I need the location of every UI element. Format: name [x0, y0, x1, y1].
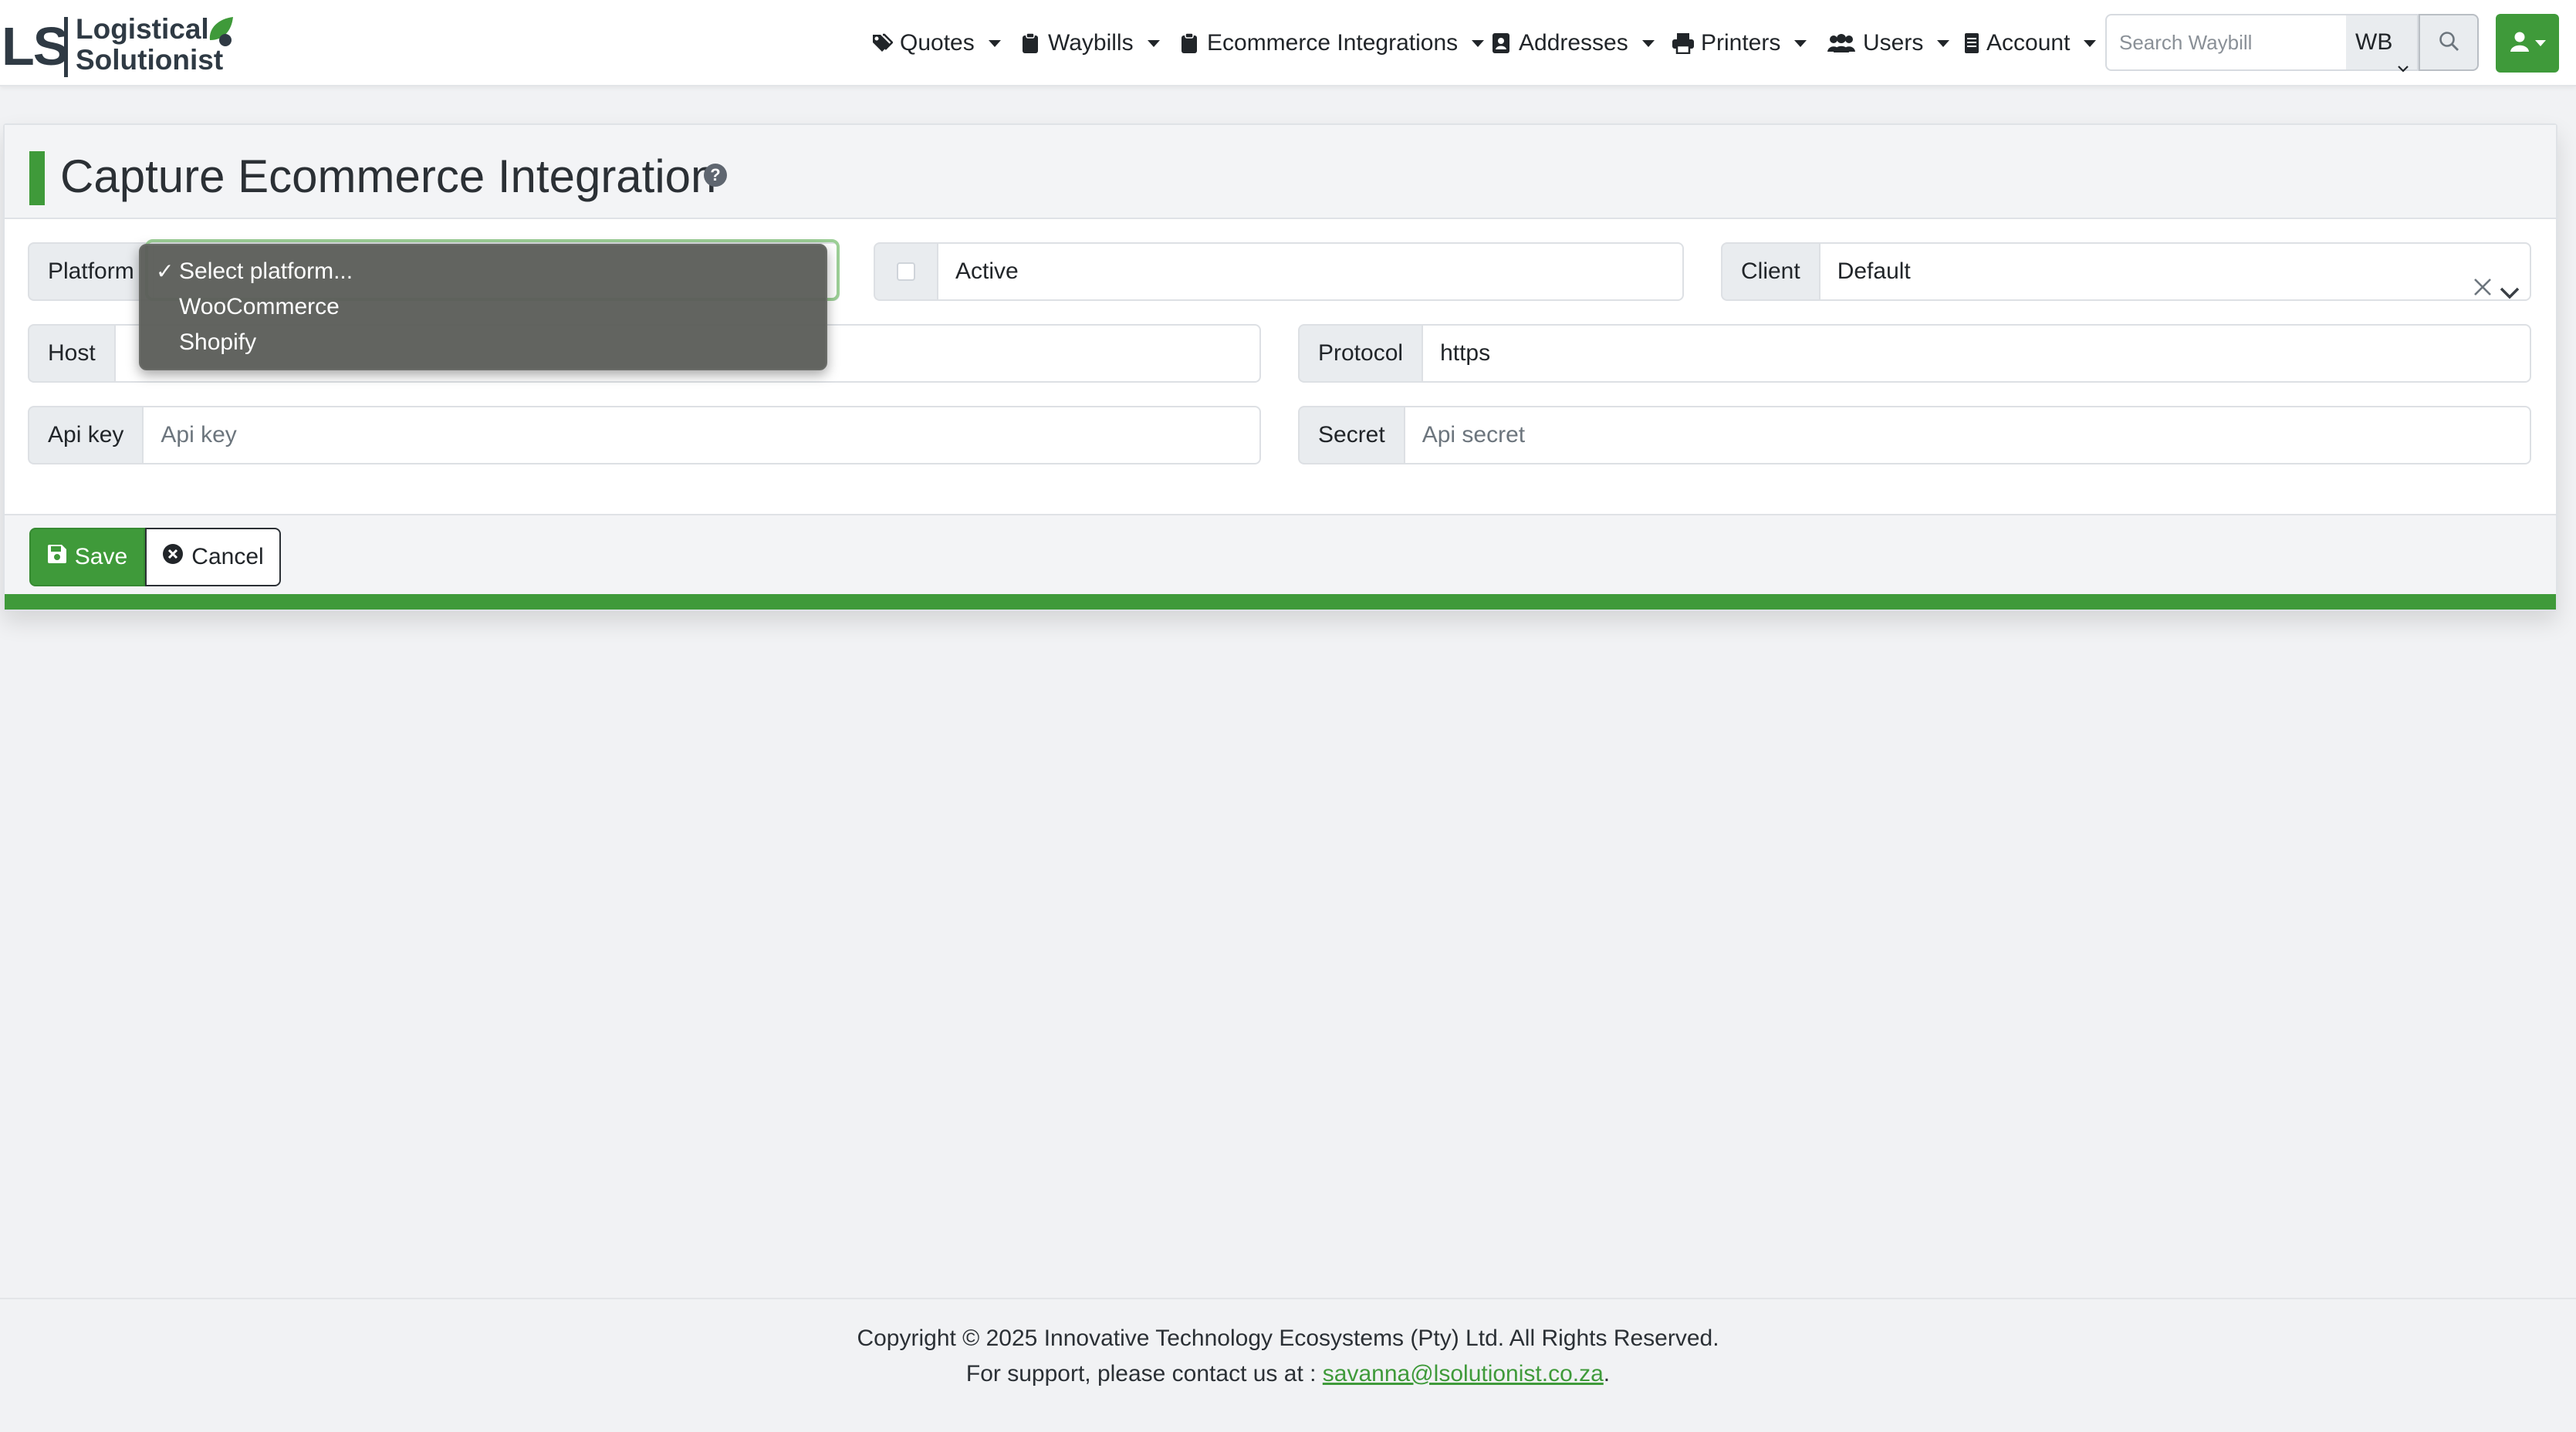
chevron-down-icon: [2084, 39, 2097, 47]
nav-users[interactable]: Users: [1826, 26, 1950, 60]
protocol-label: Protocol: [1298, 324, 1422, 383]
support-prefix: For support, please contact us at :: [965, 1361, 1323, 1386]
close-circle-icon: [162, 543, 184, 571]
platform-option[interactable]: Shopify: [179, 326, 256, 360]
client-select[interactable]: Default: [1818, 242, 2531, 301]
title-accent-bar: [29, 151, 45, 205]
clear-icon[interactable]: [2473, 262, 2493, 318]
platform-dropdown-menu: ✓ Select platform... WooCommerce Shopify: [139, 244, 827, 370]
waybill-search: WB: [2105, 14, 2479, 73]
apikey-input[interactable]: Api key: [142, 406, 1261, 464]
platform-option[interactable]: WooCommerce: [179, 290, 340, 324]
nav-ecommerce-label: Ecommerce Integrations: [1207, 30, 1459, 56]
nav-quotes[interactable]: Quotes: [870, 26, 1001, 60]
brand-initials: LS: [2, 16, 69, 76]
user-icon: [2509, 31, 2530, 56]
footer-divider: [0, 1298, 2576, 1299]
chevron-down-icon: [988, 39, 1001, 47]
platform-option[interactable]: Select platform...: [179, 255, 353, 289]
checkmark-icon: ✓: [156, 259, 174, 283]
search-icon: [2438, 30, 2459, 56]
users-icon: [1826, 32, 1857, 55]
platform-label: Platform: [28, 242, 153, 301]
search-type-select[interactable]: WB: [2346, 14, 2419, 73]
nav-ecommerce-integrations[interactable]: Ecommerce Integrations: [1178, 26, 1485, 60]
copyright-text: Copyright © 2025 Innovative Technology E…: [857, 1326, 1719, 1351]
brand-name-line1: Logistical: [76, 13, 209, 45]
chevron-down-icon: [1641, 39, 1655, 47]
chevron-down-icon[interactable]: [2499, 265, 2520, 321]
top-navbar: LS Logistical Solutionist Quotes Waybill…: [0, 0, 2576, 86]
save-button[interactable]: Save: [29, 528, 145, 586]
save-button-label: Save: [74, 544, 128, 569]
nav-addresses[interactable]: Addresses: [1489, 26, 1655, 60]
secret-group: Secret Api secret: [1298, 406, 2531, 464]
user-menu-button[interactable]: [2496, 14, 2559, 73]
logo-divider: [64, 17, 68, 77]
support-suffix: .: [1603, 1361, 1611, 1386]
support-email-link[interactable]: savanna@lsolutionist.co.za: [1323, 1361, 1604, 1386]
secret-label: Secret: [1298, 406, 1404, 464]
nav-account-label: Account: [1986, 30, 2071, 56]
brand-logo[interactable]: LS Logistical Solutionist: [0, 11, 239, 77]
host-label: Host: [28, 324, 114, 383]
clipboard-icon: [1178, 32, 1201, 55]
nav-waybills-label: Waybills: [1048, 30, 1134, 56]
card-footer: Save Cancel: [5, 514, 2556, 599]
protocol-group: Protocol https: [1298, 324, 2531, 383]
search-button[interactable]: [2419, 14, 2479, 71]
card-bottom-accent: [5, 594, 2556, 610]
card-header: Capture Ecommerce Integration ?: [5, 125, 2556, 219]
client-value: Default: [1837, 258, 1911, 284]
apikey-group: Api key Api key: [28, 406, 1261, 464]
nav-addresses-label: Addresses: [1519, 30, 1628, 56]
client-label: Client: [1721, 242, 1819, 301]
chevron-down-icon: [1147, 39, 1160, 47]
address-book-icon: [1489, 32, 1513, 55]
chevron-down-icon: [1937, 39, 1950, 47]
secret-input[interactable]: Api secret: [1403, 406, 2531, 464]
clipboard-icon: [1019, 32, 1042, 55]
chevron-down-icon: [1472, 39, 1485, 47]
page-title: Capture Ecommerce Integration: [60, 150, 717, 202]
cancel-button[interactable]: Cancel: [145, 528, 281, 586]
floppy-disk-icon: [47, 544, 67, 570]
search-waybill-input[interactable]: [2105, 14, 2346, 71]
active-checkbox-wrapper: [874, 242, 937, 301]
active-checkbox[interactable]: [897, 262, 915, 281]
protocol-input[interactable]: https: [1422, 324, 2531, 383]
help-icon[interactable]: ?: [704, 164, 727, 187]
printer-icon: [1672, 32, 1695, 55]
nav-users-label: Users: [1863, 30, 1924, 56]
nav-printers-label: Printers: [1701, 30, 1781, 56]
active-label: Active: [937, 242, 1684, 301]
search-type-value: WB: [2355, 29, 2393, 55]
tags-icon: [870, 32, 894, 55]
leaf-icon: [204, 14, 238, 53]
chevron-down-icon: [2535, 40, 2546, 46]
nav-printers[interactable]: Printers: [1672, 26, 1807, 60]
active-group: Active: [937, 242, 1684, 301]
document-icon: [1963, 32, 1980, 55]
nav-quotes-label: Quotes: [900, 30, 975, 56]
nav-account[interactable]: Account: [1963, 26, 2097, 60]
chevron-down-icon: [1794, 39, 1807, 47]
client-group: Client Default: [1721, 242, 2531, 301]
support-text: For support, please contact us at : sava…: [0, 1361, 2576, 1387]
brand-name-line2: Solutionist: [76, 44, 224, 76]
chevron-down-icon: [2397, 39, 2409, 93]
nav-waybills[interactable]: Waybills: [1019, 26, 1160, 60]
apikey-label: Api key: [28, 406, 143, 464]
cancel-button-label: Cancel: [191, 544, 264, 569]
